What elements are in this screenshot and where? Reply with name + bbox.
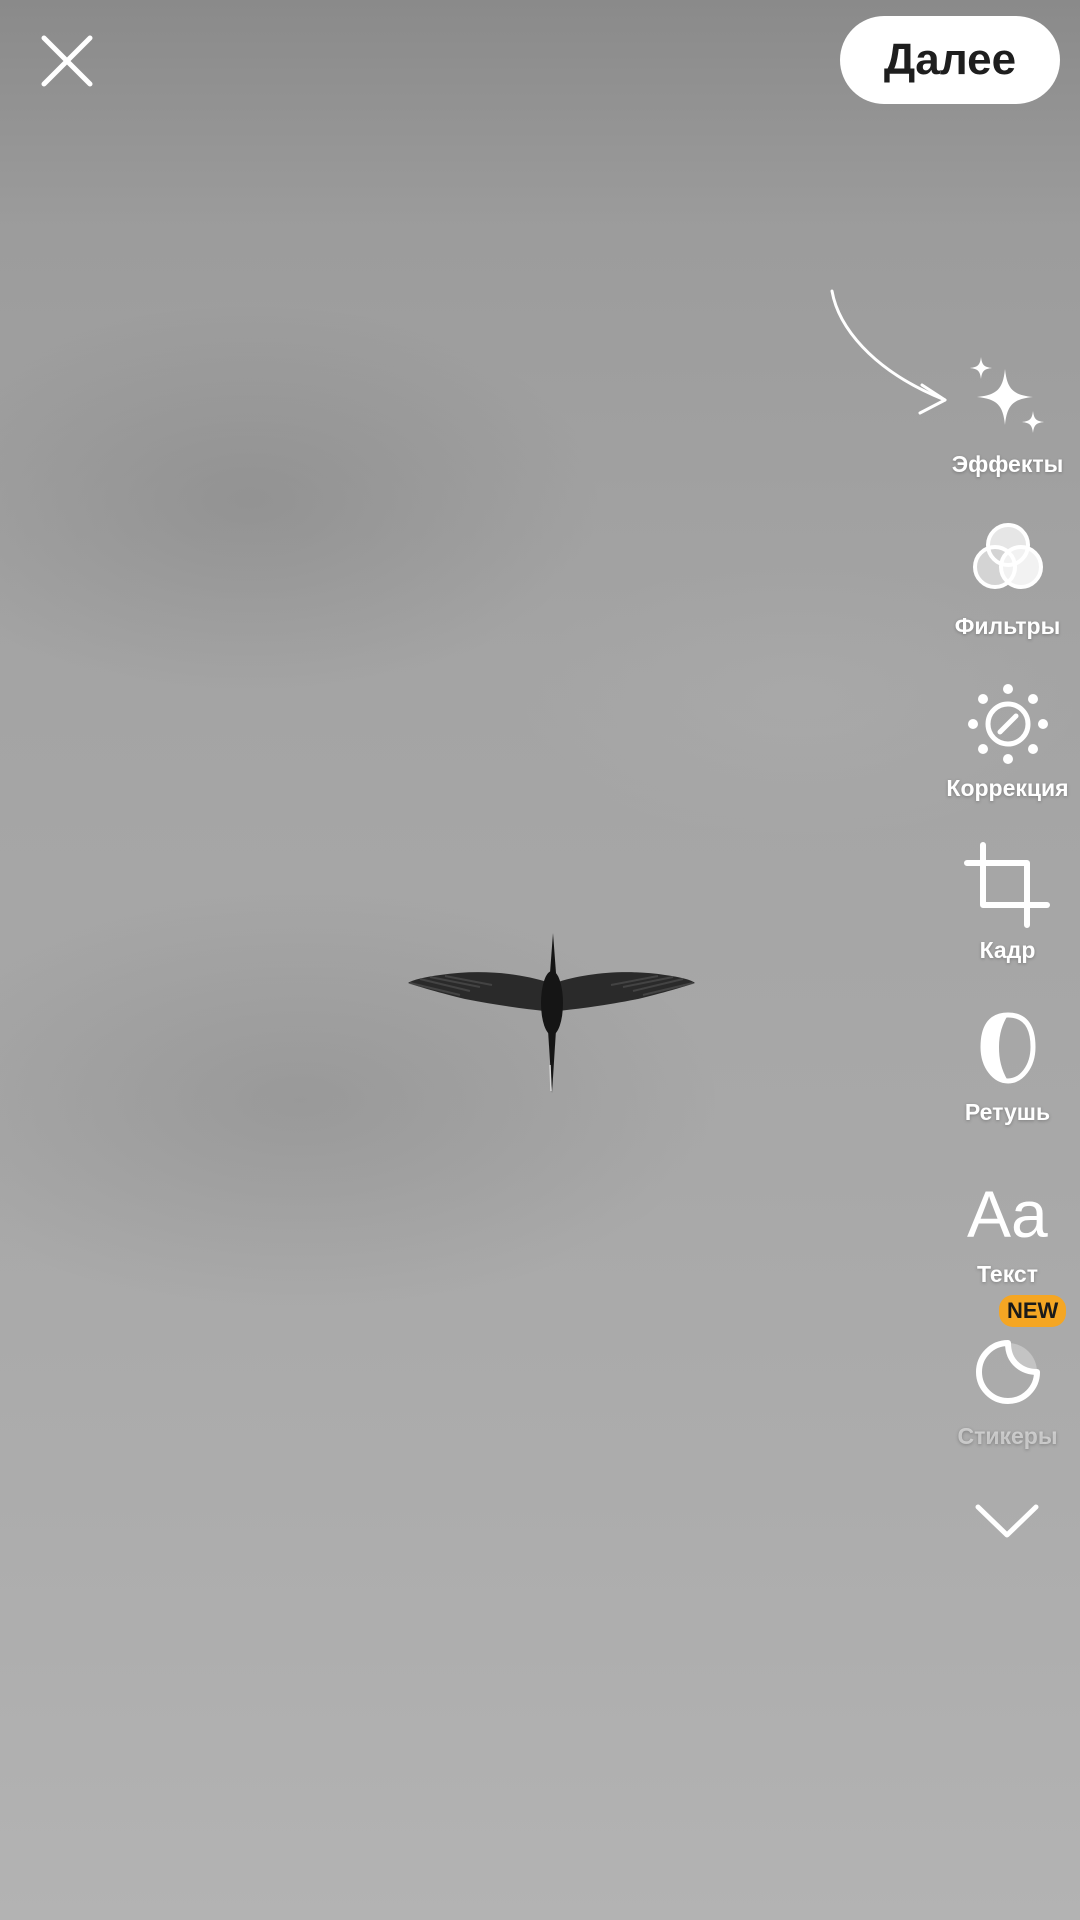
close-icon[interactable] — [36, 30, 98, 92]
tool-text-label: Текст — [977, 1261, 1038, 1287]
tool-crop[interactable]: Кадр — [935, 841, 1080, 991]
new-badge: NEW — [999, 1295, 1067, 1327]
tool-filters-label: Фильтры — [954, 613, 1061, 639]
tool-retouch-label: Ретушь — [964, 1099, 1051, 1125]
tool-adjust-label: Коррекция — [946, 775, 1069, 801]
bird-photo — [408, 933, 695, 1093]
text-icon: Aa — [963, 1165, 1053, 1255]
sticker-icon — [963, 1327, 1053, 1417]
adjust-icon — [963, 679, 1053, 769]
tool-adjust[interactable]: Коррекция — [935, 679, 1080, 829]
filters-icon — [963, 517, 1053, 607]
tool-effects-label: Эффекты — [951, 451, 1064, 477]
tool-stickers[interactable]: NEW Стикеры — [935, 1295, 1080, 1477]
crop-icon — [963, 841, 1053, 931]
chevron-down-icon[interactable] — [970, 1495, 1045, 1545]
tool-retouch[interactable]: Ретушь — [935, 1003, 1080, 1153]
tool-effects[interactable]: Эффекты — [935, 355, 1080, 505]
tool-filters[interactable]: Фильтры — [935, 517, 1080, 667]
tool-text[interactable]: Aa Текст — [935, 1165, 1080, 1315]
tool-crop-label: Кадр — [979, 937, 1036, 963]
next-button[interactable]: Далее — [840, 16, 1060, 104]
photo-editor-screen: Далее Эффекты Фильтры Коррекция Кадр Рет… — [0, 0, 1080, 1920]
tool-stickers-label: Стикеры — [957, 1423, 1058, 1449]
sparkles-icon — [963, 355, 1053, 445]
retouch-icon — [963, 1003, 1053, 1093]
svg-text:Aa: Aa — [967, 1177, 1048, 1251]
